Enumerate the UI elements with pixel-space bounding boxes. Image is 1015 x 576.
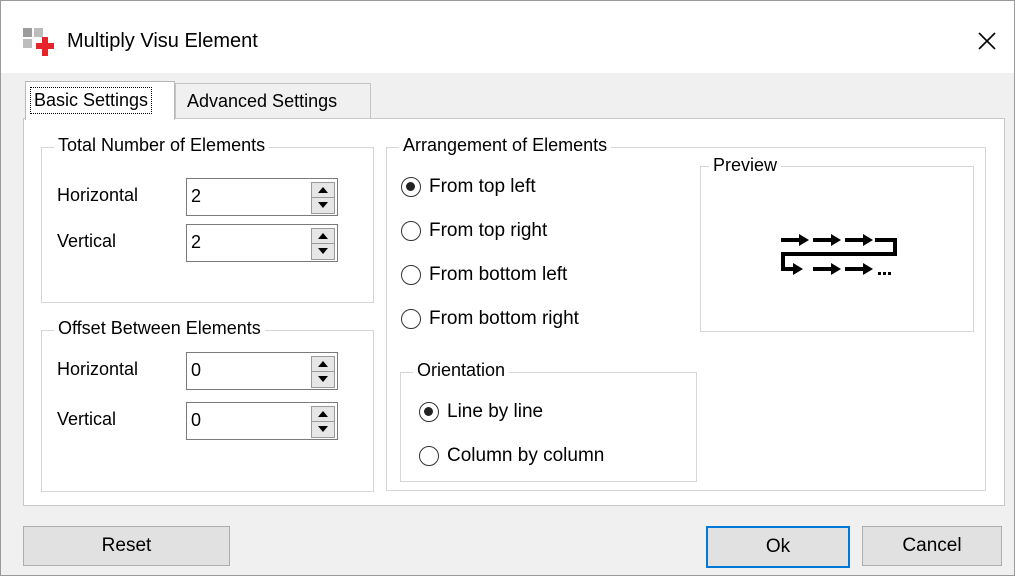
total-elements-title: Total Number of Elements xyxy=(54,135,270,156)
spin-down-button[interactable] xyxy=(312,198,334,212)
offset-vertical-value[interactable]: 0 xyxy=(191,410,201,431)
window-title: Multiply Visu Element xyxy=(67,30,258,52)
offset-vertical-stepper[interactable]: 0 xyxy=(186,402,338,440)
tab-panel: Total Number of Elements Horizontal 2 Ve… xyxy=(23,118,1005,506)
radio-from-top-left[interactable]: From top left xyxy=(401,176,536,198)
close-button[interactable] xyxy=(969,23,1005,59)
arrangement-title: Arrangement of Elements xyxy=(399,135,612,156)
dialog-window: Multiply Visu Element Basic Settings Adv… xyxy=(0,0,1015,576)
arrow-down-icon xyxy=(318,426,328,432)
total-horizontal-label: Horizontal xyxy=(57,185,139,205)
reset-button[interactable]: Reset xyxy=(23,526,230,566)
radio-column-by-column[interactable]: Column by column xyxy=(419,445,604,467)
offset-horizontal-label: Horizontal xyxy=(57,359,139,379)
radio-label: From bottom left xyxy=(429,264,568,285)
radio-line-by-line[interactable]: Line by line xyxy=(419,401,543,423)
spin-down-button[interactable] xyxy=(312,422,334,436)
spin-up-button[interactable] xyxy=(312,229,334,244)
total-elements-group: Total Number of Elements Horizontal 2 Ve… xyxy=(41,135,374,303)
arrow-down-icon xyxy=(318,248,328,254)
app-icon xyxy=(23,28,54,56)
arrow-up-icon xyxy=(318,361,328,367)
offset-horizontal-value[interactable]: 0 xyxy=(191,360,201,381)
cancel-button[interactable]: Cancel xyxy=(862,526,1002,566)
ok-button[interactable]: Ok xyxy=(706,526,850,568)
offset-horizontal-stepper[interactable]: 0 xyxy=(186,352,338,390)
radio-label: From top left xyxy=(429,176,536,197)
tab-basic-settings-label: Basic Settings xyxy=(30,87,153,114)
radio-indicator xyxy=(401,309,421,329)
arrow-down-icon xyxy=(318,376,328,382)
radio-label: From top right xyxy=(429,220,548,241)
spin-up-button[interactable] xyxy=(312,183,334,198)
close-icon xyxy=(978,32,996,50)
radio-label: From bottom right xyxy=(429,308,579,329)
total-horizontal-stepper[interactable]: 2 xyxy=(186,178,338,216)
radio-label: Line by line xyxy=(447,401,544,422)
total-horizontal-value[interactable]: 2 xyxy=(191,186,201,207)
arrow-path-preview-icon xyxy=(781,234,897,275)
spin-down-button[interactable] xyxy=(312,244,334,258)
spin-up-button[interactable] xyxy=(312,407,334,422)
radio-indicator xyxy=(401,177,421,197)
radio-from-bottom-left[interactable]: From bottom left xyxy=(401,264,567,286)
preview-group: Preview xyxy=(700,155,974,332)
arrow-up-icon xyxy=(318,411,328,417)
spin-up-button[interactable] xyxy=(312,357,334,372)
offset-group: Offset Between Elements Horizontal 0 Ver… xyxy=(41,318,374,492)
orientation-group: Orientation Line by line Column by colum… xyxy=(400,360,697,482)
radio-indicator xyxy=(401,221,421,241)
radio-from-top-right[interactable]: From top right xyxy=(401,220,547,242)
radio-indicator xyxy=(419,402,439,422)
arrow-down-icon xyxy=(318,202,328,208)
tab-advanced-settings[interactable]: Advanced Settings xyxy=(175,83,371,119)
title-bar: Multiply Visu Element xyxy=(1,1,1014,73)
arrow-up-icon xyxy=(318,233,328,239)
total-vertical-stepper[interactable]: 2 xyxy=(186,224,338,262)
radio-from-bottom-right[interactable]: From bottom right xyxy=(401,308,579,330)
total-vertical-value[interactable]: 2 xyxy=(191,232,201,253)
radio-label: Column by column xyxy=(447,445,605,466)
tab-basic-settings[interactable]: Basic Settings xyxy=(25,81,175,120)
arrow-up-icon xyxy=(318,187,328,193)
radio-indicator xyxy=(401,265,421,285)
arrangement-group: Arrangement of Elements From top left Fr… xyxy=(386,135,986,491)
spin-down-button[interactable] xyxy=(312,372,334,386)
offset-title: Offset Between Elements xyxy=(54,318,265,339)
offset-vertical-label: Vertical xyxy=(57,409,117,429)
radio-indicator xyxy=(419,446,439,466)
preview-title: Preview xyxy=(709,155,782,176)
orientation-title: Orientation xyxy=(413,360,510,381)
total-vertical-label: Vertical xyxy=(57,231,117,251)
tab-advanced-settings-label: Advanced Settings xyxy=(187,91,338,111)
